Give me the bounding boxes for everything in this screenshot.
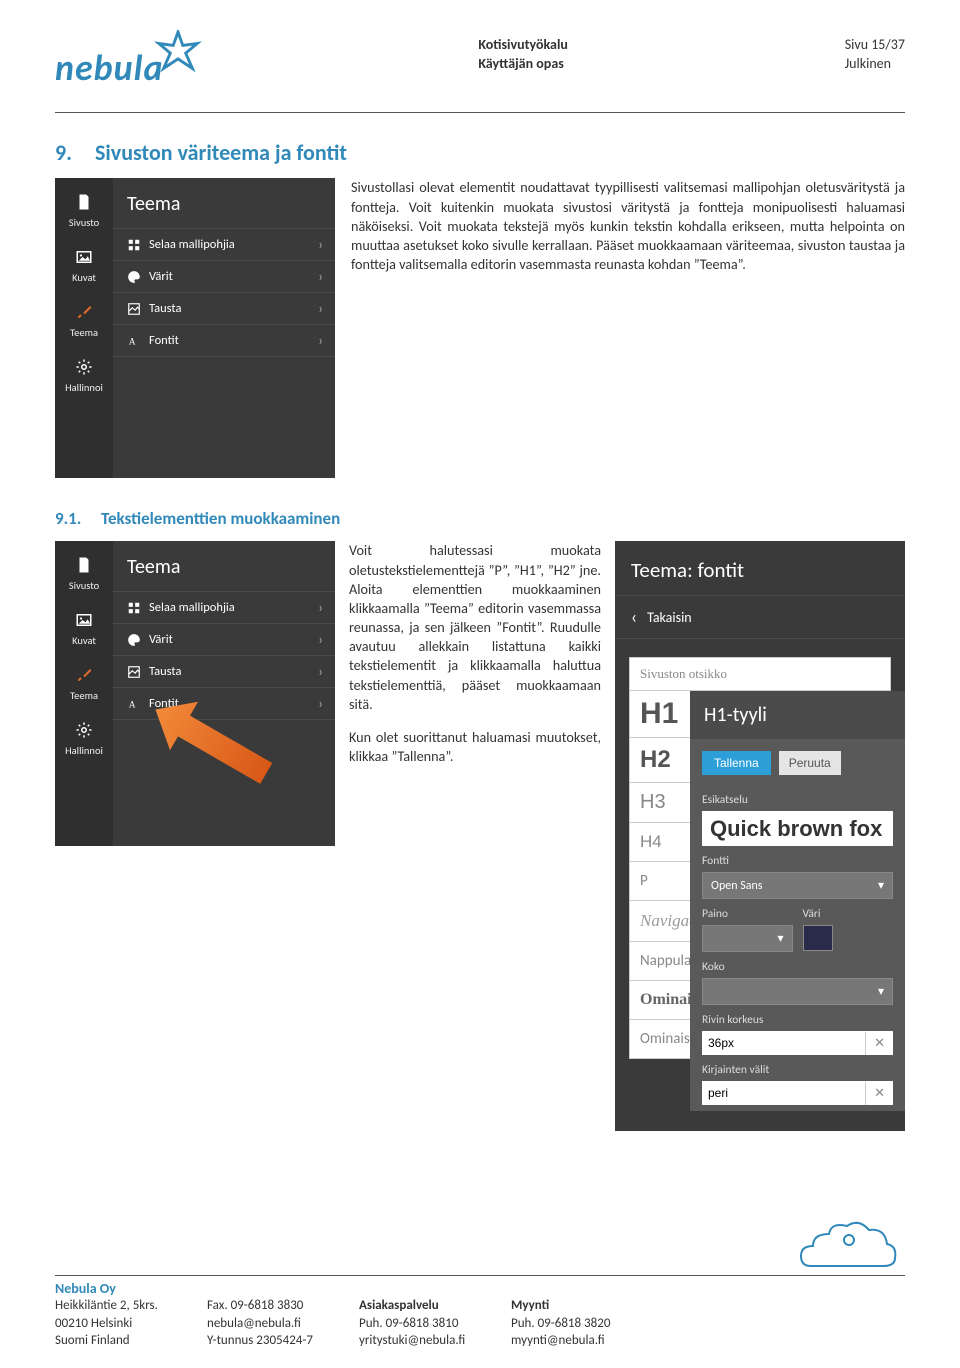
footer-divider bbox=[55, 1275, 905, 1276]
chevron-right-icon: › bbox=[318, 300, 323, 317]
chevron-down-icon: ▾ bbox=[777, 931, 783, 946]
size-select[interactable]: ▾ bbox=[702, 978, 893, 1005]
menu-item-fonts[interactable]: AFontit › bbox=[113, 324, 335, 357]
chevron-right-icon: › bbox=[318, 663, 323, 680]
menu-item-templates[interactable]: Selaa mallipohjia › bbox=[113, 228, 335, 260]
color-swatch[interactable] bbox=[803, 925, 833, 951]
editor-sidebar: Sivusto Kuvat Teema Hallinnoi bbox=[55, 178, 113, 478]
doc-title: Kotisivutyökalu bbox=[478, 36, 568, 55]
style-panel-screenshot: H1-tyyli Tallenna Peruuta Esikatselu Qui… bbox=[690, 691, 905, 1111]
section-9-1-text: Voit halutessasi muokata oletustekstiele… bbox=[349, 541, 601, 1131]
weight-select[interactable]: ▾ bbox=[702, 925, 793, 952]
chevron-right-icon: › bbox=[318, 236, 323, 253]
chevron-right-icon: › bbox=[318, 631, 323, 648]
menu-item-background[interactable]: Tausta› bbox=[113, 655, 335, 687]
cancel-button[interactable]: Peruuta bbox=[779, 751, 841, 775]
section-heading-9-1: 9.1.Tekstielementtien muokkaaminen bbox=[55, 508, 905, 529]
editor-theme-fonts-screenshot: Sivusto Kuvat Teema Hallinnoi Teema Sela… bbox=[55, 541, 335, 846]
classification: Julkinen bbox=[845, 55, 905, 74]
menu-item-colors[interactable]: Värit› bbox=[113, 623, 335, 655]
image-icon bbox=[74, 247, 94, 267]
templates-icon bbox=[127, 601, 141, 615]
background-icon bbox=[127, 665, 141, 679]
chevron-right-icon: › bbox=[318, 268, 323, 285]
lineheight-label: Rivin korkeus bbox=[690, 1007, 905, 1029]
brush-icon bbox=[74, 665, 94, 685]
preview-box: Quick brown fox bbox=[702, 811, 893, 846]
footer-address: Heikkiläntie 2, 5krs. 00210 Helsinki Suo… bbox=[55, 1297, 175, 1350]
clear-icon[interactable]: ✕ bbox=[865, 1032, 893, 1055]
editor-theme-screenshot: Sivusto Kuvat Teema Hallinnoi Teema Sela… bbox=[55, 178, 335, 478]
chevron-right-icon: › bbox=[318, 695, 323, 712]
page-info-block: Sivu 15/37 Julkinen bbox=[845, 36, 905, 74]
page-number: Sivu 15/37 bbox=[845, 36, 905, 55]
style-panel-title: H1-tyyli bbox=[690, 691, 905, 739]
brush-icon bbox=[74, 302, 94, 322]
gear-icon bbox=[74, 720, 94, 740]
color-label: Väri bbox=[803, 901, 894, 923]
brand-text: nebula bbox=[55, 52, 164, 84]
svg-text:A: A bbox=[129, 700, 136, 710]
templates-icon bbox=[127, 238, 141, 252]
save-button[interactable]: Tallenna bbox=[702, 751, 771, 775]
section-9-1-p2: Kun olet suorittanut haluamasi muutokset… bbox=[349, 728, 601, 766]
gear-icon bbox=[74, 357, 94, 377]
background-icon bbox=[127, 302, 141, 316]
menu-item-colors[interactable]: Värit › bbox=[113, 260, 335, 292]
palette-icon bbox=[127, 270, 141, 284]
editor-panel-title: Teema bbox=[113, 188, 335, 228]
letterspacing-input[interactable]: ✕ bbox=[702, 1081, 893, 1105]
section-heading-9: 9.Sivuston väriteema ja fontit bbox=[55, 139, 905, 166]
page-icon bbox=[74, 192, 94, 212]
chevron-right-icon: › bbox=[318, 599, 323, 616]
company-name: Nebula Oy bbox=[55, 1280, 905, 1297]
menu-item-templates[interactable]: Selaa mallipohjia› bbox=[113, 591, 335, 623]
lineheight-input[interactable]: ✕ bbox=[702, 1031, 893, 1055]
svg-text:A: A bbox=[129, 337, 136, 347]
font-icon: A bbox=[127, 697, 141, 711]
fonts-panel-screenshot: Teema: fontit ‹ Takaisin Sivuston otsikk… bbox=[615, 541, 905, 1131]
star-icon bbox=[154, 30, 202, 82]
preview-label: Esikatselu bbox=[690, 787, 905, 809]
doc-subtitle: Käyttäjän opas bbox=[478, 55, 568, 74]
font-select[interactable]: Open Sans▾ bbox=[702, 872, 893, 899]
page-header: nebula Kotisivutyökalu Käyttäjän opas Si… bbox=[55, 30, 905, 84]
weight-label: Paino bbox=[702, 901, 793, 923]
section-9-1-p1: Voit halutessasi muokata oletustekstiele… bbox=[349, 541, 601, 714]
menu-item-background[interactable]: Tausta › bbox=[113, 292, 335, 324]
back-button[interactable]: ‹ Takaisin bbox=[615, 595, 905, 639]
footer-support: Asiakaspalvelu Puh. 09-6818 3810 yrityst… bbox=[359, 1297, 479, 1350]
chevron-left-icon: ‹ bbox=[631, 606, 637, 628]
chevron-down-icon: ▾ bbox=[878, 984, 884, 999]
page-icon bbox=[74, 555, 94, 575]
header-divider bbox=[55, 112, 905, 113]
letterspacing-label: Kirjainten välit bbox=[690, 1057, 905, 1079]
palette-icon bbox=[127, 633, 141, 647]
size-label: Koko bbox=[690, 954, 905, 976]
footer-contact: Fax. 09-6818 3830 nebula@nebula.fi Y-tun… bbox=[207, 1297, 327, 1350]
clear-icon[interactable]: ✕ bbox=[865, 1082, 893, 1105]
section-9-paragraph: Sivustollasi olevat elementit noudattava… bbox=[351, 178, 905, 478]
image-icon bbox=[74, 610, 94, 630]
chevron-down-icon: ▾ bbox=[878, 878, 884, 893]
font-icon: A bbox=[127, 334, 141, 348]
editor-sidebar: Sivusto Kuvat Teema Hallinnoi bbox=[55, 541, 113, 846]
chevron-right-icon: › bbox=[318, 332, 323, 349]
footer-sales: Myynti Puh. 09-6818 3820 myynti@nebula.f… bbox=[511, 1297, 631, 1350]
doc-title-block: Kotisivutyökalu Käyttäjän opas bbox=[478, 36, 568, 74]
font-label: Fontti bbox=[690, 848, 905, 870]
cloud-mascot-icon bbox=[791, 1216, 901, 1284]
fonts-panel-title: Teema: fontit bbox=[615, 555, 905, 595]
page-footer: Nebula Oy Heikkiläntie 2, 5krs. 00210 He… bbox=[55, 1267, 905, 1350]
logo: nebula bbox=[55, 30, 202, 84]
list-item-site-title[interactable]: Sivuston otsikko bbox=[630, 658, 890, 691]
editor-panel-title: Teema bbox=[113, 551, 335, 591]
